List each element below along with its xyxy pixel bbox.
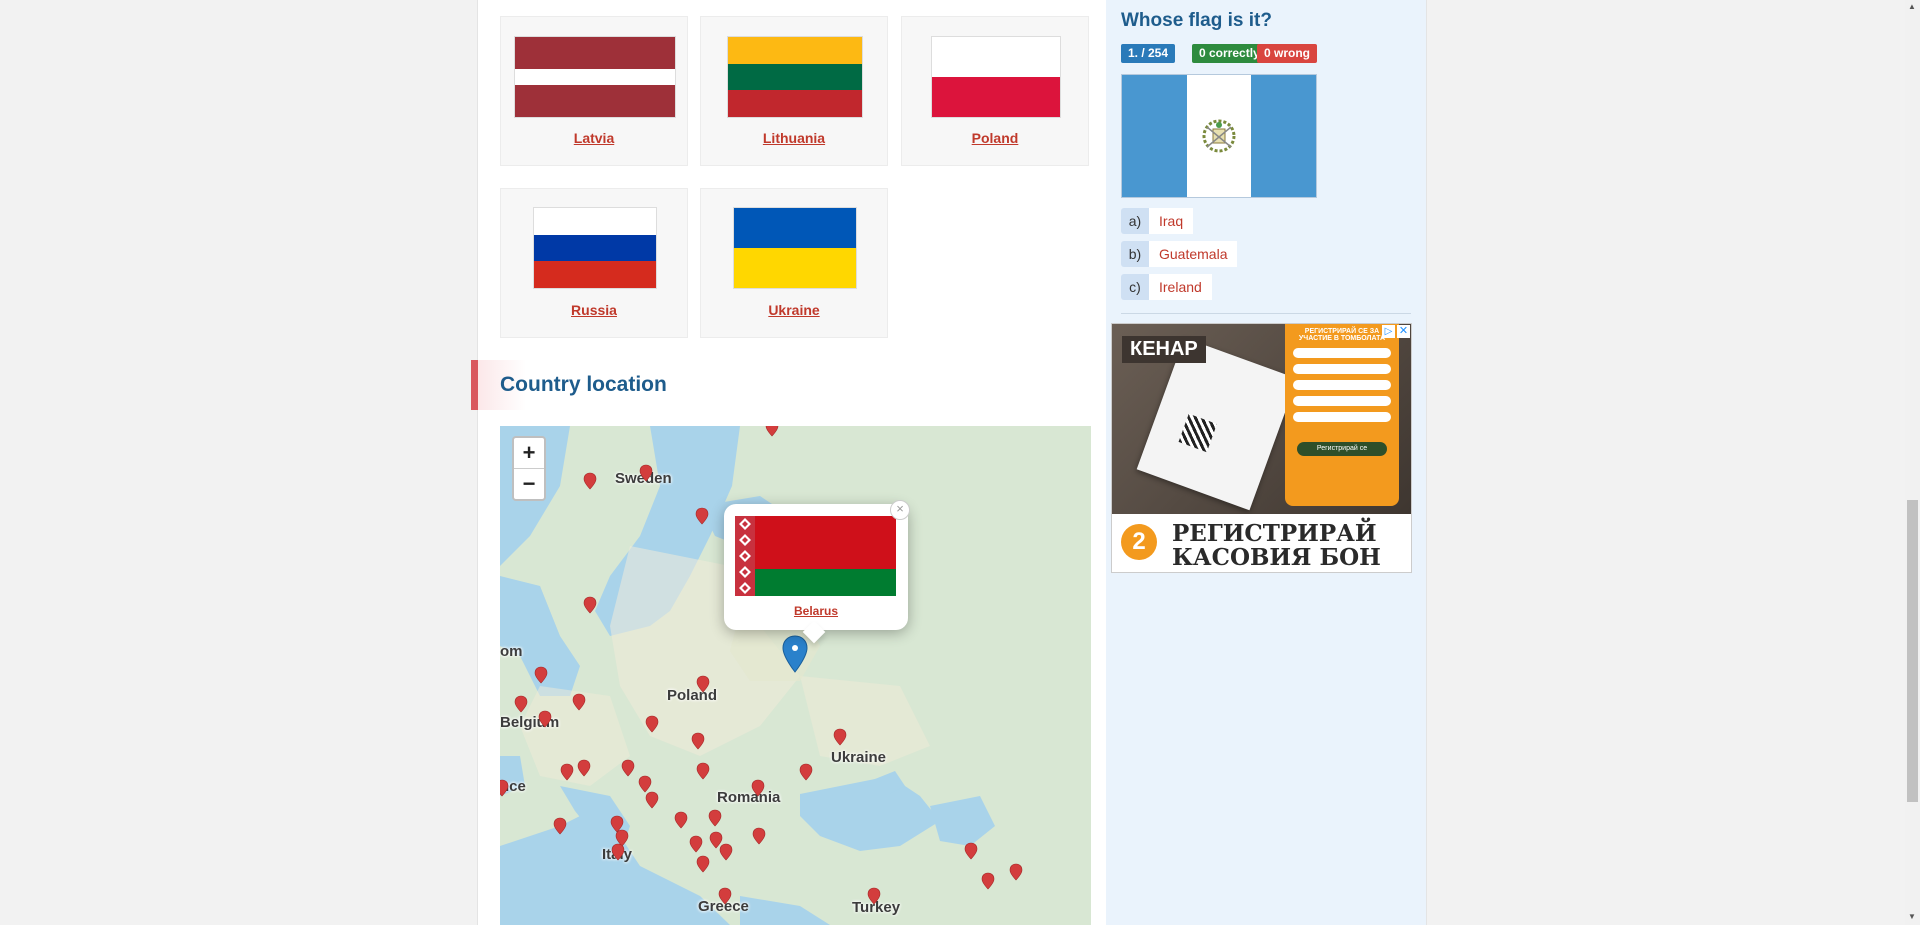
quiz-title: Whose flag is it? bbox=[1121, 10, 1272, 31]
poland-flag bbox=[931, 36, 1061, 118]
answer-c[interactable]: c) Ireland bbox=[1121, 274, 1212, 300]
zoom-in-button[interactable]: + bbox=[514, 438, 544, 468]
main-content: Latvia Lithuania Poland Russia Ukraine C… bbox=[471, 0, 1106, 925]
page-container: Latvia Lithuania Poland Russia Ukraine C… bbox=[471, 0, 1427, 925]
wrong-badge: 0 wrong bbox=[1257, 44, 1318, 63]
correct-badge: 0 correctly bbox=[1192, 44, 1267, 63]
answer-c-letter: c) bbox=[1121, 274, 1149, 300]
lithuania-flag bbox=[727, 36, 863, 118]
map-label-sweden: Sweden bbox=[615, 470, 672, 487]
section-accent-bar bbox=[471, 360, 478, 410]
latvia-flag bbox=[514, 36, 676, 118]
scrollbar[interactable]: ▲ ▼ bbox=[1905, 0, 1920, 925]
answer-b-text[interactable]: Guatemala bbox=[1149, 241, 1238, 267]
zoom-control: + − bbox=[512, 436, 546, 501]
answer-a-text[interactable]: Iraq bbox=[1149, 208, 1194, 234]
russia-flag bbox=[533, 207, 657, 289]
emblem-icon bbox=[1202, 119, 1236, 153]
flag-link-latvia[interactable]: Latvia bbox=[501, 130, 687, 146]
ad-register-button[interactable]: Регистрирай се bbox=[1297, 442, 1387, 456]
ad-form: РЕГИСТРИРАЙ СЕ ЗА УЧАСТИЕ В ТОМБОЛАТА Ре… bbox=[1285, 324, 1399, 506]
answer-a[interactable]: a) Iraq bbox=[1121, 208, 1194, 234]
scroll-up-arrow[interactable]: ▲ bbox=[1908, 2, 1916, 11]
advertisement[interactable]: КЕНАР РЕГИСТРИРАЙ СЕ ЗА УЧАСТИЕ В ТОМБОЛ… bbox=[1111, 323, 1412, 573]
popup-country-link[interactable]: Belarus bbox=[724, 604, 908, 618]
answer-a-letter: a) bbox=[1121, 208, 1149, 234]
flag-link-lithuania[interactable]: Lithuania bbox=[701, 130, 887, 146]
ukraine-flag bbox=[733, 207, 857, 289]
section-title: Country location bbox=[500, 373, 667, 396]
belarus-flag bbox=[735, 516, 896, 596]
map-label-poland: Poland bbox=[667, 687, 718, 704]
answer-b-letter: b) bbox=[1121, 241, 1149, 267]
answer-c-text[interactable]: Ireland bbox=[1149, 274, 1212, 300]
map-label-ukraine: Ukraine bbox=[831, 749, 887, 766]
flag-card-ukraine[interactable]: Ukraine bbox=[700, 188, 888, 338]
map-label-france: nce bbox=[500, 778, 526, 795]
scrollbar-thumb[interactable] bbox=[1907, 500, 1918, 802]
ad-info-icon[interactable]: ▷ bbox=[1382, 325, 1395, 338]
sidebar: Whose flag is it? 1. / 254 0 correctly 0… bbox=[1106, 0, 1426, 925]
map-label-italy: Italy bbox=[602, 846, 633, 863]
flag-link-poland[interactable]: Poland bbox=[902, 130, 1088, 146]
ad-brand: КЕНАР bbox=[1122, 336, 1206, 363]
map-label-greece: Greece bbox=[698, 898, 749, 915]
answer-b[interactable]: b) Guatemala bbox=[1121, 241, 1238, 267]
map-label-romania: Romania bbox=[717, 789, 781, 806]
flag-link-ukraine[interactable]: Ukraine bbox=[701, 302, 887, 318]
map-background bbox=[500, 426, 1091, 925]
map-label-belgium: Belgium bbox=[500, 714, 560, 731]
ad-close-icon[interactable]: ✕ bbox=[1397, 325, 1410, 338]
ad-caption-bar: 2 РЕГИСТРИРАЙ КАСОВИЯ БОН bbox=[1112, 514, 1411, 572]
country-map[interactable]: Sweden Poland Ukraine Belgium Romania It… bbox=[500, 426, 1091, 925]
map-label-uk: om bbox=[500, 643, 523, 660]
popup-close-button[interactable]: × bbox=[890, 500, 910, 520]
ad-step-badge: 2 bbox=[1121, 524, 1157, 560]
flag-card-latvia[interactable]: Latvia bbox=[500, 16, 688, 166]
flag-card-russia[interactable]: Russia bbox=[500, 188, 688, 338]
ad-caption-line2: КАСОВИЯ БОН bbox=[1172, 544, 1381, 571]
ad-caption-line1: РЕГИСТРИРАЙ bbox=[1172, 520, 1377, 547]
divider bbox=[1121, 313, 1411, 314]
flag-card-lithuania[interactable]: Lithuania bbox=[700, 16, 888, 166]
scroll-down-arrow[interactable]: ▼ bbox=[1908, 912, 1916, 921]
progress-badge: 1. / 254 bbox=[1121, 44, 1176, 63]
zoom-out-button[interactable]: − bbox=[514, 468, 544, 499]
map-label-turkey: Turkey bbox=[852, 899, 901, 916]
quiz-flag bbox=[1121, 74, 1317, 198]
map-popup: × Belarus bbox=[724, 500, 910, 644]
ornament-pattern bbox=[739, 518, 751, 594]
flag-card-poland[interactable]: Poland bbox=[901, 16, 1089, 166]
flag-link-russia[interactable]: Russia bbox=[501, 302, 687, 318]
